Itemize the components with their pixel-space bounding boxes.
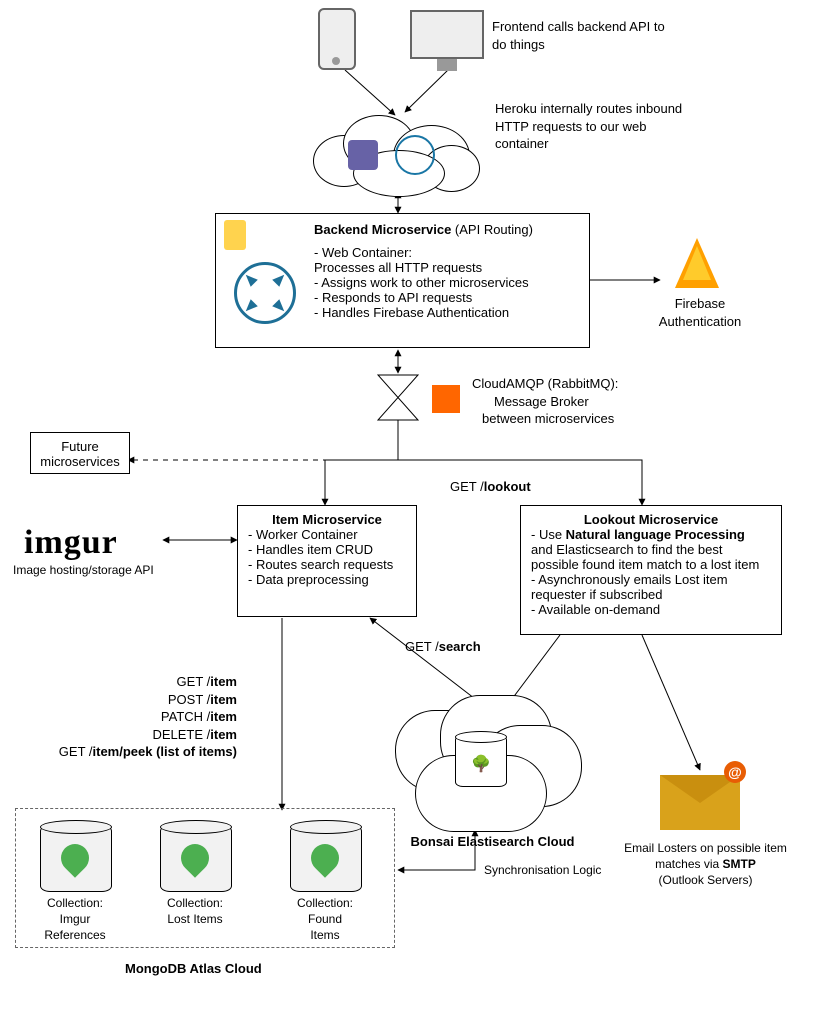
mobile-device-icon [318, 8, 356, 70]
amqp-caption: CloudAMQP (RabbitMQ): Message Broker bet… [472, 375, 672, 428]
collection-found-icon [290, 825, 362, 892]
search-edge-label: GET /search [405, 638, 481, 656]
imgur-caption: Image hosting/storage API [13, 562, 154, 578]
mongodb-title: MongoDB Atlas Cloud [125, 960, 262, 978]
col1-label: Collection:ImgurReferences [25, 895, 125, 944]
at-icon: @ [724, 761, 746, 783]
col3-label: Collection:FoundItems [275, 895, 375, 944]
firebase-icon [675, 238, 719, 288]
sync-label: Synchronisation Logic [484, 862, 601, 878]
heroku-caption: Heroku internally routes inbound HTTP re… [495, 100, 695, 153]
heroku-icon [348, 140, 378, 170]
email-icon: @ [660, 775, 740, 830]
backend-l1: - Web Container: [314, 245, 579, 260]
backend-l4: - Handles Firebase Authentication [314, 305, 579, 320]
item-l4: - Data preprocessing [248, 572, 406, 587]
backend-l3: - Responds to API requests [314, 290, 579, 305]
rabbitmq-icon [432, 385, 460, 413]
item-l3: - Routes search requests [248, 557, 406, 572]
future-microservices-box: Future microservices [30, 432, 130, 474]
item-l2: - Handles item CRUD [248, 542, 406, 557]
frontend-caption: Frontend calls backend API to do things [492, 18, 672, 53]
desktop-device-icon [410, 10, 484, 59]
router-mini-icon [395, 135, 435, 175]
smtp-caption: Email Losters on possible item matches v… [618, 840, 793, 889]
imgur-logo: imgur [24, 520, 118, 566]
bonsai-label: Bonsai Elastisearch Cloud [400, 833, 585, 851]
future-label: Future microservices [40, 439, 119, 469]
elasticsearch-icon: 🌳 [455, 735, 507, 787]
backend-title-suffix: (API Routing) [455, 222, 533, 237]
backend-title: Backend Microservice [314, 222, 451, 237]
backend-l1b: Processes all HTTP requests [314, 260, 579, 275]
router-icon [234, 262, 296, 324]
backend-microservice-box: Backend Microservice (API Routing) - Web… [215, 213, 590, 348]
heroku-cloud [313, 115, 483, 195]
firebase-label: Firebase Authentication [645, 295, 755, 330]
item-microservice-box: Item Microservice - Worker Container - H… [237, 505, 417, 617]
lookout-edge-label: GET /lookout [450, 478, 531, 496]
collection-lost-icon [160, 825, 232, 892]
item-l1: - Worker Container [248, 527, 406, 542]
backend-l2: - Assigns work to other microservices [314, 275, 579, 290]
col2-label: Collection:Lost Items [145, 895, 245, 927]
lookout-title: Lookout Microservice [531, 512, 771, 527]
lookout-microservice-box: Lookout Microservice - Use Natural langu… [520, 505, 782, 635]
item-crud-label: GET /item POST /item PATCH /item DELETE … [52, 673, 237, 761]
gopher-icon [224, 220, 246, 250]
collection-imgur-icon [40, 825, 112, 892]
item-title: Item Microservice [248, 512, 406, 527]
